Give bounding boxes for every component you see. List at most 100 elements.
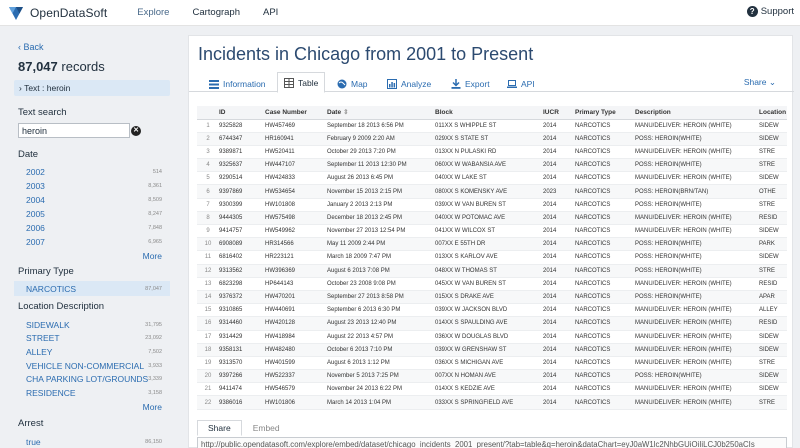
- date-facet-2003[interactable]: 2003 8,361: [26, 181, 162, 191]
- arrest-facet-true[interactable]: true 86,150: [26, 437, 162, 447]
- date-facet-2004[interactable]: 2004 8,509: [26, 195, 162, 205]
- sort-icon[interactable]: ⇕: [343, 109, 348, 116]
- column-header[interactable]: Block: [435, 106, 543, 120]
- sidebar: ‹ Back 87,047 records › Text : heroin Te…: [0, 27, 180, 448]
- location-facet-vehicle[interactable]: VEHICLE NON-COMMERCIAL 3,933: [26, 361, 162, 371]
- table-cell: 015XX S DRAKE AVE: [435, 290, 543, 305]
- table-body: 1 9325828 HW457469 September 18 2013 6:56 P…: [197, 119, 787, 410]
- table-cell: HW447107: [265, 158, 327, 173]
- table-cell: NARCOTICS: [575, 369, 635, 384]
- date-facet-2006[interactable]: 2006 7,848: [26, 223, 162, 233]
- data-table-wrapper[interactable]: ID Case Number Date ⇕ Block IUCR Primary Type D…: [197, 106, 787, 418]
- column-header[interactable]: Date ⇕: [327, 106, 435, 120]
- globe-icon: [337, 79, 347, 88]
- location-facet-cha-parking[interactable]: CHA PARKING LOT/GROUNDS 3,339: [26, 374, 162, 384]
- primary-type-facet-narcotics[interactable]: NARCOTICS 87,047: [14, 281, 170, 296]
- column-header[interactable]: [197, 106, 219, 120]
- table-row[interactable]: 21 9411474 HW546579 November 24 2013 6:22 P…: [197, 382, 787, 397]
- support-link[interactable]: ? Support: [746, 6, 794, 17]
- table-cell: 6823298: [219, 277, 265, 291]
- location-facet-sidewalk[interactable]: SIDEWALK 31,795: [26, 320, 162, 330]
- column-header[interactable]: IUCR: [543, 106, 575, 120]
- table-row[interactable]: 18 9358131 HW482480 October 6 2013 7:10 PM 0…: [197, 343, 787, 357]
- table-row[interactable]: 5 9290514 HW424833 August 26 2013 6:45 PM 04…: [197, 171, 787, 186]
- table-row[interactable]: 6 9397869 HW534654 November 15 2013 2:15 PM…: [197, 184, 787, 199]
- tab-information[interactable]: Information: [203, 75, 272, 92]
- row-number: 21: [197, 382, 219, 397]
- table-cell: NARCOTICS: [575, 330, 635, 344]
- nav-explore[interactable]: Explore: [137, 7, 169, 18]
- location-facet-street[interactable]: STREET 23,092: [26, 333, 162, 343]
- table-row[interactable]: 20 9397266 HW522337 November 5 2013 7:25 PM…: [197, 369, 787, 384]
- table-cell: NARCOTICS: [575, 395, 635, 410]
- column-header[interactable]: Description: [635, 106, 759, 120]
- table-cell: MANU/DELIVER: HEROIN (WHITE): [635, 382, 759, 397]
- table-cell: 9313570: [219, 356, 265, 371]
- nav-cartograph[interactable]: Cartograph: [192, 7, 240, 18]
- table-row[interactable]: 15 9310865 HW440691 September 6 2013 6:30 P…: [197, 303, 787, 318]
- table-row[interactable]: 17 9314429 HW418984 August 22 2013 4:57 PM 0…: [197, 330, 787, 344]
- column-header[interactable]: Case Number: [265, 106, 327, 120]
- embed-url-field[interactable]: http://public.opendatasoft.com/explore/e…: [197, 437, 787, 448]
- table-row[interactable]: 8 9444305 HW575498 December 18 2013 2:45 PM…: [197, 211, 787, 226]
- location-more-link[interactable]: More: [143, 402, 162, 412]
- download-icon: [451, 78, 461, 89]
- column-header[interactable]: Location: [759, 106, 787, 120]
- tab-label: Analyze: [401, 78, 432, 89]
- date-facet-2007[interactable]: 2007 6,965: [26, 237, 162, 247]
- table-cell: October 29 2013 7:20 PM: [327, 145, 435, 160]
- table-row[interactable]: 2 6744347 HR160941 February 9 2009 2:20 AM 0…: [197, 132, 787, 146]
- table-cell: 080XX S KOMENSKY AVE: [435, 184, 543, 199]
- table-row[interactable]: 4 9325637 HW447107 September 11 2013 12:30 …: [197, 158, 787, 173]
- table-cell: HW534654: [265, 184, 327, 199]
- table-row[interactable]: 7 9300399 HW101808 January 2 2013 2:13 PM 03…: [197, 198, 787, 212]
- share-embed-tab-embed[interactable]: Embed: [242, 420, 291, 436]
- table-row[interactable]: 1 9325828 HW457469 September 18 2013 6:56 P…: [197, 119, 787, 133]
- table-cell: SIDEW: [759, 224, 787, 239]
- location-facet-alley[interactable]: ALLEY 7,502: [26, 347, 162, 357]
- location-facet-residence[interactable]: RESIDENCE 3,158: [26, 388, 162, 398]
- table-cell: MANU/DELIVER: HEROIN (WHITE): [635, 303, 759, 318]
- table-row[interactable]: 10 6908089 HR314566 May 11 2009 2:44 PM 007X…: [197, 237, 787, 252]
- table-cell: NARCOTICS: [575, 198, 635, 212]
- share-embed-tab-share[interactable]: Share: [197, 420, 242, 436]
- tab-table[interactable]: Table: [277, 72, 326, 93]
- active-filter-chip[interactable]: › Text : heroin: [14, 80, 170, 96]
- table-row[interactable]: 11 6816402 HR223121 March 18 2009 7:47 PM 01…: [197, 250, 787, 265]
- search-input[interactable]: [18, 123, 130, 138]
- table-cell: SIDEW: [759, 250, 787, 265]
- table-row[interactable]: 3 9389871 HW520411 October 29 2013 7:20 PM 0…: [197, 145, 787, 160]
- table-cell: September 11 2013 12:30 PM: [327, 158, 435, 173]
- logo[interactable]: OpenDataSoft: [8, 5, 107, 21]
- table-row[interactable]: 16 9314460 HW420128 August 23 2013 12:40 PM…: [197, 316, 787, 331]
- table-row[interactable]: 19 9313570 HW401599 August 6 2013 1:12 PM 03…: [197, 356, 787, 371]
- table-row[interactable]: 14 9376372 HW470201 September 27 2013 8:58 …: [197, 290, 787, 305]
- column-header[interactable]: Primary Type: [575, 106, 635, 120]
- tab-analyze[interactable]: Analyze: [381, 75, 437, 92]
- tab-map[interactable]: Map: [331, 75, 374, 92]
- table-cell: 036XX S MICHIGAN AVE: [435, 356, 543, 371]
- column-header[interactable]: ID: [219, 106, 265, 120]
- table-cell: 039XX W VAN BUREN ST: [435, 198, 543, 212]
- back-link[interactable]: ‹ Back: [18, 42, 44, 52]
- date-facet-2002[interactable]: 2002 514: [26, 167, 162, 177]
- table-row[interactable]: 9 9414757 HW549962 November 27 2013 12:54 P…: [197, 224, 787, 239]
- date-more-link[interactable]: More: [143, 251, 162, 261]
- clear-search-icon[interactable]: ✕: [131, 126, 141, 136]
- nav-api[interactable]: API: [263, 7, 278, 18]
- tab-label: Information: [223, 78, 266, 89]
- date-facet-2005[interactable]: 2005 8,247: [26, 209, 162, 219]
- table-row[interactable]: 13 6823298 HP644143 October 23 2008 9:08 PM…: [197, 277, 787, 291]
- table-row[interactable]: 22 9386016 HW101806 March 14 2013 1:04 PM 03…: [197, 395, 787, 410]
- table-cell: September 6 2013 6:30 PM: [327, 303, 435, 318]
- facet-label: 2005: [26, 209, 45, 219]
- row-number: 4: [197, 158, 219, 173]
- table-cell: 9414757: [219, 224, 265, 239]
- table-cell: NARCOTICS: [575, 277, 635, 291]
- tab-export[interactable]: Export: [445, 75, 496, 92]
- row-number: 20: [197, 369, 219, 384]
- table-cell: MANU/DELIVER: HEROIN (WHITE): [635, 211, 759, 226]
- share-dropdown[interactable]: Share ⌄: [744, 77, 776, 88]
- table-row[interactable]: 12 9313562 HW396369 August 6 2013 7:08 PM 04…: [197, 264, 787, 278]
- tab-api[interactable]: API: [501, 75, 541, 92]
